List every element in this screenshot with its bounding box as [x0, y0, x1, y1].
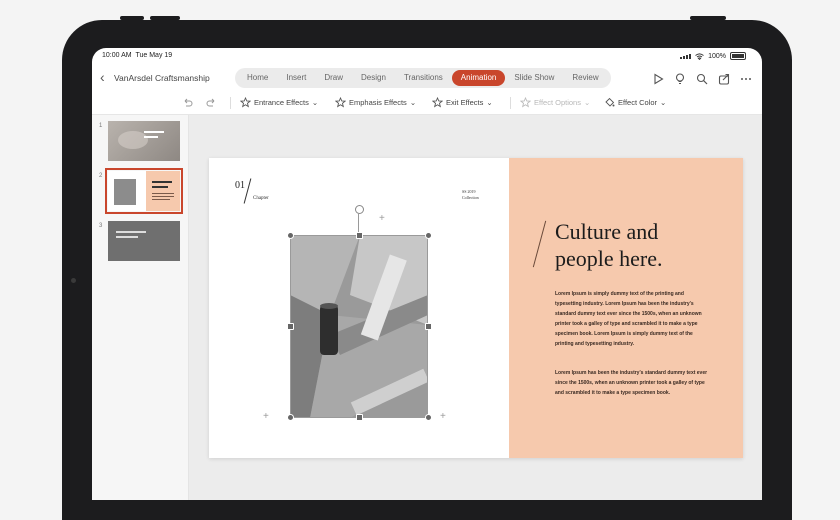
volume-button	[120, 16, 144, 20]
slide-thumbnail-pane: 1 2 3	[92, 115, 189, 500]
entrance-effects-button[interactable]: Entrance Effects ⌄	[240, 97, 318, 108]
effect-color-button[interactable]: Effect Color ⌄	[604, 97, 666, 108]
slide-thumbnail[interactable]	[108, 221, 180, 261]
volume-button	[150, 16, 180, 20]
thumbnail-row[interactable]: 1	[92, 121, 188, 167]
thumbnail-row[interactable]: 3	[92, 221, 188, 267]
entrance-star-icon	[240, 97, 251, 108]
text-panel[interactable]: Culture and people here. Lorem Ipsum is …	[509, 158, 743, 458]
redo-icon[interactable]	[206, 97, 217, 108]
thumbnail-row[interactable]: 2	[92, 168, 188, 217]
battery-icon	[730, 52, 746, 60]
tab-home[interactable]: Home	[238, 70, 277, 86]
ribbon-divider	[510, 97, 511, 109]
signal-icon	[680, 53, 692, 59]
effect-options-icon	[520, 97, 531, 108]
paint-bucket-icon	[605, 97, 615, 107]
status-bar: 10:00 AM Tue May 19 100%	[92, 48, 762, 64]
chevron-down-icon: ⌄	[583, 98, 591, 107]
crosshair-icon: +	[440, 411, 446, 422]
effect-options-label: Effect Options	[534, 98, 581, 107]
exit-effects-label: Exit Effects	[446, 98, 484, 107]
crosshair-icon: +	[263, 411, 269, 422]
tab-draw[interactable]: Draw	[315, 70, 352, 86]
entrance-effects-label: Entrance Effects	[254, 98, 309, 107]
emphasis-effects-label: Emphasis Effects	[349, 98, 407, 107]
chapter-label[interactable]: Chapter	[253, 196, 269, 201]
slide[interactable]: 01 Chapter SS 2019 Collection + + + Cult…	[209, 158, 743, 458]
resize-handle[interactable]	[287, 232, 294, 239]
collection-text: Collection	[462, 195, 479, 200]
status-time-text: 10:00 AM	[102, 52, 132, 59]
status-time: 10:00 AM Tue May 19	[102, 52, 172, 59]
tab-insert[interactable]: Insert	[277, 70, 315, 86]
body-paragraph[interactable]: Lorem Ipsum has been the industry's stan…	[555, 368, 710, 398]
slide-thumbnail[interactable]	[108, 121, 180, 161]
tab-review[interactable]: Review	[563, 70, 607, 86]
app-screen: 10:00 AM Tue May 19 100% ‹ VanArsdel Cra…	[92, 48, 762, 500]
chevron-down-icon: ⌄	[660, 98, 667, 107]
title-bar: ‹ VanArsdel Craftsmanship Home Insert Dr…	[92, 64, 762, 92]
tab-transitions[interactable]: Transitions	[395, 70, 452, 86]
ribbon-divider	[230, 97, 231, 109]
body-paragraph[interactable]: Lorem Ipsum is simply dummy text of the …	[555, 289, 710, 349]
headline-line-2: people here.	[555, 246, 663, 271]
exit-effects-button[interactable]: Exit Effects ⌄	[432, 97, 493, 108]
battery-percent: 100%	[708, 52, 726, 60]
chevron-down-icon: ⌄	[409, 98, 417, 107]
slide-canvas[interactable]: 01 Chapter SS 2019 Collection + + + Cult…	[189, 115, 762, 500]
more-icon[interactable]	[740, 72, 752, 84]
chapter-number[interactable]: 01	[235, 180, 245, 191]
resize-handle[interactable]	[425, 323, 432, 330]
resize-handle[interactable]	[287, 414, 294, 421]
crosshair-icon: +	[379, 213, 385, 224]
resize-handle[interactable]	[356, 232, 363, 239]
status-date-text: Tue May 19	[135, 52, 173, 59]
headline-line-1: Culture and	[555, 219, 659, 244]
emphasis-effects-button[interactable]: Emphasis Effects ⌄	[335, 97, 416, 108]
headline-divider	[532, 220, 547, 268]
share-icon[interactable]	[718, 72, 730, 85]
tab-slide-show[interactable]: Slide Show	[505, 70, 563, 86]
document-title[interactable]: VanArsdel Craftsmanship	[114, 73, 210, 83]
resize-handle[interactable]	[425, 232, 432, 239]
tab-design[interactable]: Design	[352, 70, 395, 86]
rotate-handle[interactable]	[355, 205, 364, 214]
thumbnail-number: 2	[99, 173, 103, 179]
effect-color-label: Effect Color	[618, 98, 658, 107]
chevron-down-icon: ⌄	[486, 98, 493, 107]
top-actions	[652, 72, 752, 85]
thumbnail-number: 3	[99, 223, 103, 229]
ribbon-tabs: Home Insert Draw Design Transitions Anim…	[235, 68, 611, 88]
camera-dot	[71, 278, 76, 283]
tab-animation[interactable]: Animation	[451, 70, 506, 86]
wifi-icon	[695, 52, 704, 60]
power-button	[690, 16, 726, 20]
headline[interactable]: Culture and people here.	[555, 218, 735, 272]
thumbnail-number: 1	[99, 123, 103, 129]
resize-handle[interactable]	[356, 414, 363, 421]
collection-label[interactable]: SS 2019 Collection	[462, 189, 479, 201]
exit-star-icon	[432, 97, 443, 108]
slide-thumbnail-selected[interactable]	[105, 168, 183, 214]
effect-options-button[interactable]: Effect Options ⌄	[520, 97, 590, 108]
search-icon[interactable]	[696, 72, 708, 85]
status-right: 100%	[680, 52, 746, 60]
resize-handle[interactable]	[287, 323, 294, 330]
lightbulb-icon[interactable]	[674, 72, 686, 85]
chevron-down-icon: ⌄	[311, 98, 319, 107]
emphasis-star-icon	[335, 97, 346, 108]
undo-icon[interactable]	[182, 97, 193, 108]
animation-ribbon: Entrance Effects ⌄ Emphasis Effects ⌄ Exit…	[92, 92, 762, 115]
selection-frame	[290, 235, 428, 418]
back-chevron-icon[interactable]: ‹	[100, 70, 105, 84]
play-icon[interactable]	[652, 72, 664, 85]
resize-handle[interactable]	[425, 414, 432, 421]
